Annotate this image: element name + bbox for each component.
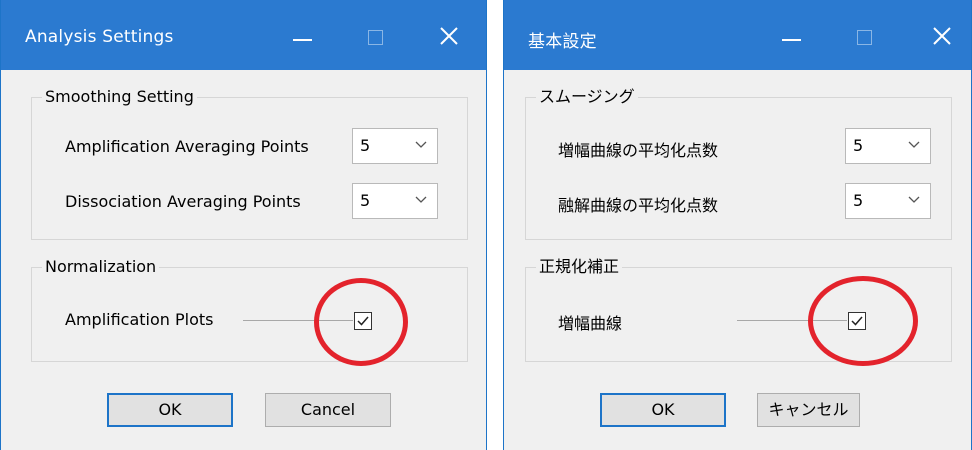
cancel-button[interactable]: Cancel — [265, 393, 391, 427]
amplification-plots-label: Amplification Plots — [65, 310, 214, 329]
dissociation-averaging-select[interactable]: 5 — [845, 183, 931, 219]
smoothing-setting-legend: Smoothing Setting — [45, 87, 194, 106]
close-icon[interactable] — [922, 16, 962, 56]
dissociation-averaging-select[interactable]: 5 — [352, 183, 438, 219]
amplification-averaging-label: Amplification Averaging Points — [65, 137, 309, 156]
analysis-settings-dialog: Analysis Settings Smoothing Setting Ampl… — [0, 0, 487, 450]
minimize-icon[interactable] — [772, 16, 812, 56]
window-title: Analysis Settings — [25, 27, 174, 47]
dissociation-averaging-label: 融解曲線の平均化点数 — [558, 196, 719, 215]
window-title: 基本設定 — [528, 32, 597, 52]
close-icon[interactable] — [429, 16, 469, 56]
title-bar[interactable]: Analysis Settings — [1, 0, 486, 70]
ok-button[interactable]: OK — [600, 393, 726, 427]
chevron-down-icon — [415, 196, 427, 203]
dissociation-averaging-value: 5 — [360, 191, 371, 210]
chevron-down-icon — [415, 141, 427, 148]
ok-button[interactable]: OK — [107, 393, 233, 427]
cancel-button[interactable]: キャンセル — [757, 393, 860, 427]
normalization-legend: 正規化補正 — [539, 257, 620, 276]
highlight-ring — [808, 276, 918, 366]
title-bar[interactable]: 基本設定 — [504, 0, 971, 70]
separator — [487, 0, 503, 450]
maximize-icon — [355, 16, 395, 56]
amplification-averaging-label: 増幅曲線の平均化点数 — [558, 141, 719, 160]
amplification-averaging-select[interactable]: 5 — [352, 128, 438, 164]
dissociation-averaging-value: 5 — [853, 191, 864, 210]
minimize-icon[interactable] — [283, 16, 323, 56]
amplification-plots-label: 増幅曲線 — [558, 314, 623, 333]
chevron-down-icon — [908, 196, 920, 203]
amplification-averaging-value: 5 — [853, 136, 864, 155]
smoothing-legend: スムージング — [539, 87, 635, 106]
dissociation-averaging-label: Dissociation Averaging Points — [65, 192, 301, 211]
chevron-down-icon — [908, 141, 920, 148]
amplification-averaging-value: 5 — [360, 136, 371, 155]
highlight-ring — [314, 278, 408, 366]
basic-settings-dialog: 基本設定 スムージング 増幅曲線の平均化点数 5 融解曲線の平均化点数 5 正規… — [503, 0, 972, 450]
amplification-averaging-select[interactable]: 5 — [845, 128, 931, 164]
normalization-legend: Normalization — [45, 257, 157, 276]
maximize-icon — [844, 16, 884, 56]
